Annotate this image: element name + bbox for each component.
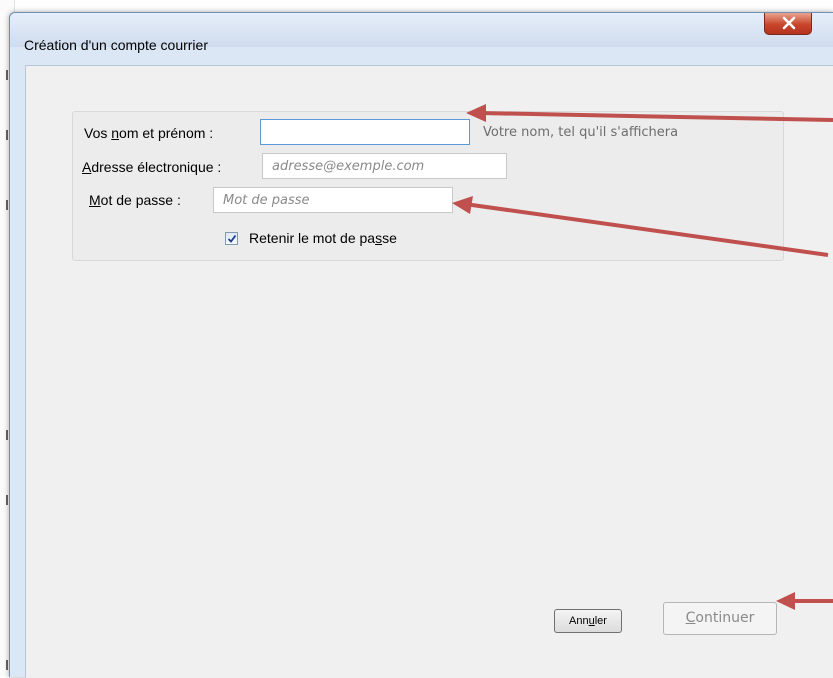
arrow-continue-button	[776, 592, 833, 610]
annotation-arrows	[452, 104, 833, 610]
arrow-password-field	[452, 196, 829, 257]
arrow-name-field	[466, 104, 833, 122]
